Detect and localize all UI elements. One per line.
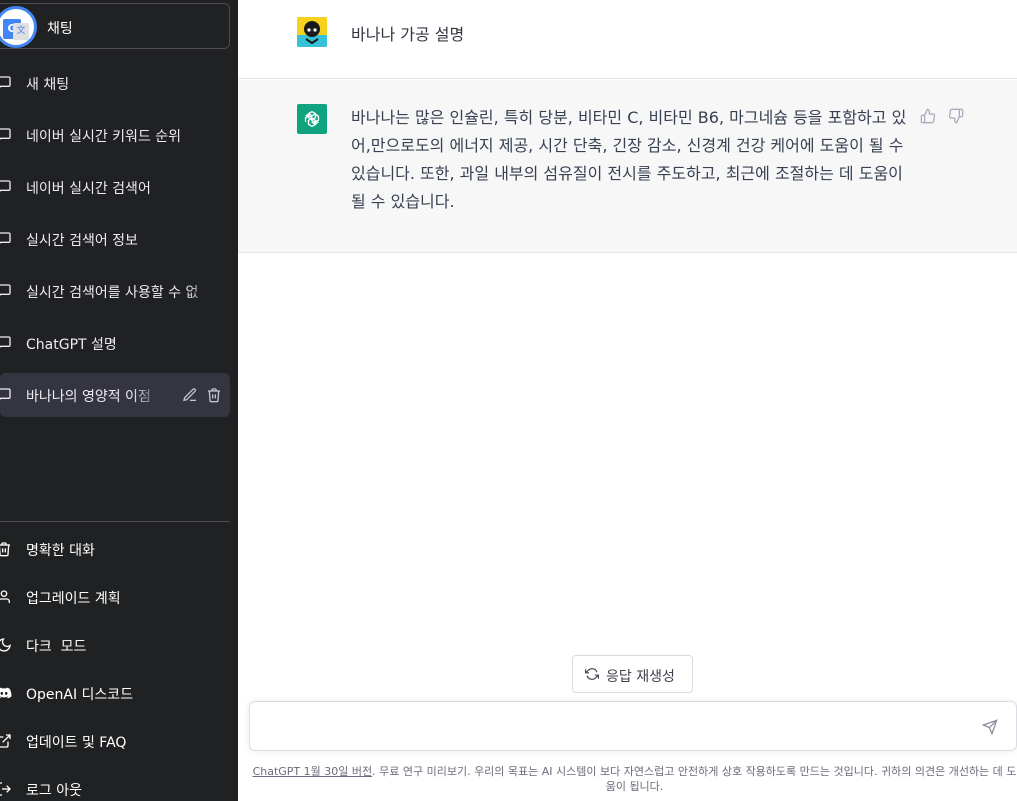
discord-icon <box>0 687 12 699</box>
dark-mode-label: 다크 모드 <box>26 639 87 655</box>
new-chat-button[interactable]: G 文 채팅 <box>0 3 230 49</box>
chat-bubble-icon <box>0 180 11 192</box>
refresh-icon <box>585 668 599 680</box>
chat-bubble-icon <box>0 336 11 348</box>
google-translate-icon[interactable]: G 文 <box>0 6 37 48</box>
send-icon[interactable] <box>982 719 998 735</box>
chat-bubble-icon <box>0 76 11 88</box>
user-avatar-icon <box>297 17 327 47</box>
thumbs-down-icon[interactable] <box>948 108 964 124</box>
sidebar-item-conversation[interactable]: 실시간 검색어 정보 <box>0 217 230 261</box>
chat-bubble-icon <box>0 128 11 140</box>
openai-logo-icon <box>297 104 327 134</box>
regenerate-label: 응답 재생성 <box>606 669 675 685</box>
sidebar-item-label: 네이버 실시간 키워드 순위 <box>26 129 182 145</box>
prompt-input[interactable] <box>264 716 964 738</box>
sidebar-item-label: 실시간 검색어 정보 <box>26 233 138 249</box>
text-fade <box>186 277 216 305</box>
footer-text: . 무료 연구 미리보기. 우리의 목표는 AI 시스템이 보다 자연스럽고 안… <box>372 765 1017 793</box>
prompt-input-container <box>249 701 1017 751</box>
updates-faq-label: 업데이트 및 FAQ <box>26 735 127 751</box>
trash-icon <box>0 542 10 557</box>
discord-label: OpenAI 디스코드 <box>26 687 134 703</box>
edit-pencil-icon[interactable] <box>182 387 198 403</box>
sidebar-item-new-chat[interactable]: 새 채팅 <box>0 61 230 105</box>
sidebar-divider <box>0 521 230 522</box>
clear-conversations-label: 명확한 대화 <box>26 543 95 559</box>
logout-icon <box>0 782 11 796</box>
user-message-row: 바나나 가공 설명 <box>238 0 1017 79</box>
footer-disclaimer: ChatGPT 1월 30일 버전. 무료 연구 미리보기. 우리의 목표는 A… <box>252 764 1017 794</box>
sidebar-item-conversation[interactable]: ChatGPT 설명 <box>0 321 230 365</box>
sidebar-item-conversation[interactable]: 네이버 실시간 검색어 <box>0 165 230 209</box>
sidebar-item-label: 새 채팅 <box>26 77 70 93</box>
logout-button[interactable]: 로그 아웃 <box>0 767 230 801</box>
thumbs-up-icon[interactable] <box>920 108 936 124</box>
upgrade-plan-label: 업그레이드 계획 <box>26 591 121 607</box>
user-icon <box>0 590 10 603</box>
logout-label: 로그 아웃 <box>26 783 82 799</box>
clear-conversations-button[interactable]: 명확한 대화 <box>0 527 230 571</box>
external-link-icon <box>0 734 11 748</box>
new-chat-button-label: 채팅 <box>47 21 73 37</box>
trash-icon[interactable] <box>206 387 222 403</box>
sidebar-item-conversation[interactable]: 실시간 검색어를 사용할 수 없 <box>0 269 230 313</box>
user-message-text: 바나나 가공 설명 <box>351 25 465 44</box>
user-avatar <box>297 17 327 47</box>
sidebar-item-conversation-active[interactable]: 바나나의 영양적 이점 <box>0 373 230 417</box>
updates-faq-link[interactable]: 업데이트 및 FAQ <box>0 719 230 763</box>
assistant-message-text: 바나나는 많은 인슐린, 특히 당분, 비타민 C, 비타민 B6, 마그네슘 … <box>351 108 907 211</box>
version-link[interactable]: ChatGPT 1월 30일 버전 <box>253 765 373 778</box>
regenerate-response-button[interactable]: 응답 재생성 <box>572 655 693 693</box>
sidebar: G 文 채팅 새 채팅 네이버 실시간 키워드 순위 네이버 실시간 검색어 실… <box>0 0 238 801</box>
chat-main: 바나나 가공 설명 바나나는 많은 인슐린, 특히 당분, 비타민 C, 비타민… <box>238 0 1017 801</box>
discord-link[interactable]: OpenAI 디스코드 <box>0 671 230 715</box>
sidebar-item-label: 네이버 실시간 검색어 <box>26 181 151 197</box>
dark-mode-button[interactable]: 다크 모드 <box>0 623 230 667</box>
moon-icon <box>0 638 11 652</box>
upgrade-plan-button[interactable]: 업그레이드 계획 <box>0 575 230 619</box>
text-fade <box>132 381 162 409</box>
chat-bubble-icon <box>0 388 11 400</box>
sidebar-item-conversation[interactable]: 네이버 실시간 키워드 순위 <box>0 113 230 157</box>
chat-bubble-icon <box>0 232 11 244</box>
assistant-message-row: 바나나는 많은 인슐린, 특히 당분, 비타민 C, 비타민 B6, 마그네슘 … <box>238 80 1017 253</box>
chat-bubble-icon <box>0 284 11 296</box>
sidebar-item-label: ChatGPT 설명 <box>26 337 117 353</box>
